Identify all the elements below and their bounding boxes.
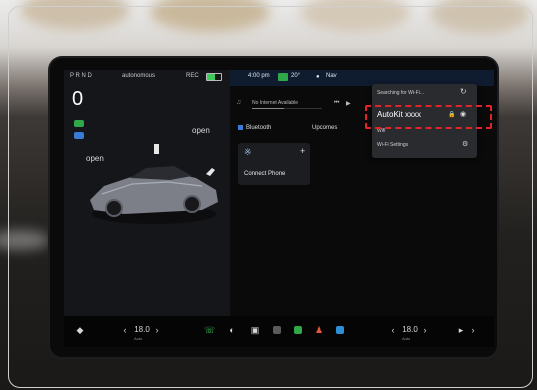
tab-bluetooth[interactable]: Bluetooth bbox=[238, 125, 271, 131]
phone-icon[interactable]: ☏ bbox=[204, 325, 215, 335]
status-bar: P R N D autonomous REC bbox=[64, 70, 230, 84]
volume-up-icon[interactable]: › bbox=[470, 325, 476, 335]
tab-bluetooth-label: Bluetooth bbox=[246, 125, 272, 132]
left-temp-down-icon[interactable]: ‹ bbox=[122, 325, 128, 335]
network-highlight-box bbox=[365, 105, 492, 129]
wifi-search-title: Searching for Wi-Fi... bbox=[377, 90, 424, 96]
settings-gear-icon[interactable]: ⚙ bbox=[462, 140, 468, 148]
temperature-badge bbox=[278, 73, 288, 81]
gear-indicator: P R N D bbox=[70, 73, 92, 79]
dashcam-icon[interactable]: ▣ bbox=[250, 325, 260, 335]
left-temp[interactable]: 18.0 bbox=[132, 325, 152, 335]
volume-icon[interactable]: ▸ bbox=[456, 325, 466, 335]
joystick-icon[interactable]: ♟ bbox=[314, 325, 324, 335]
display-screen: P R N D autonomous REC 0 open open 4:00 … bbox=[64, 70, 494, 347]
tab-upcomes[interactable]: Upcomes bbox=[312, 125, 337, 131]
wifi-settings-link[interactable]: Wi-Fi Settings bbox=[377, 142, 408, 148]
bluetooth-card[interactable]: ※ + Connect Phone bbox=[238, 143, 310, 185]
app-launcher-icon[interactable] bbox=[294, 326, 302, 334]
play-icon[interactable]: ▶ bbox=[346, 100, 351, 107]
connect-phone-label: Connect Phone bbox=[244, 171, 286, 177]
media-progress-fill bbox=[252, 108, 284, 109]
toybox-icon[interactable] bbox=[273, 326, 281, 334]
prev-track-icon[interactable]: ⏮ bbox=[334, 100, 339, 107]
refresh-icon[interactable]: ↻ bbox=[460, 87, 467, 96]
battery-icon bbox=[206, 73, 222, 81]
rec-indicator: REC bbox=[186, 73, 199, 79]
right-temp[interactable]: 18.0 bbox=[400, 325, 420, 335]
autopilot-icon bbox=[74, 120, 84, 127]
speed-readout: 0 bbox=[72, 88, 84, 110]
now-playing-text: No Internet Available bbox=[252, 100, 299, 106]
right-temp-up-icon[interactable]: › bbox=[422, 325, 428, 335]
media-source-icon[interactable]: ♫ bbox=[236, 99, 241, 106]
bottom-dock: ◆ ‹ 18.0 Auto › ☏ ◐ ▣ ♟ ‹ 18.0 Auto › ▸ … bbox=[64, 316, 494, 347]
car-icon[interactable]: ◆ bbox=[74, 325, 86, 335]
add-device-icon[interactable]: + bbox=[300, 146, 305, 156]
profile-icon: ● bbox=[316, 74, 320, 80]
right-temp-down-icon[interactable]: ‹ bbox=[390, 325, 396, 335]
battery-fill bbox=[207, 74, 216, 80]
left-temp-sub: Auto bbox=[134, 336, 143, 341]
right-temp-sub: Auto bbox=[402, 336, 411, 341]
nav-label[interactable]: Nav bbox=[326, 73, 337, 79]
media-progress-track bbox=[252, 108, 322, 109]
energy-icon[interactable]: ◐ bbox=[227, 325, 237, 335]
bluetooth-tab-icon bbox=[238, 125, 243, 130]
bluetooth-icon: ※ bbox=[244, 147, 252, 157]
clock-text: 4:00 pm bbox=[248, 73, 270, 79]
autopilot-text: autonomous bbox=[122, 73, 156, 79]
left-temp-up-icon[interactable]: › bbox=[154, 325, 160, 335]
outside-temp: 20° bbox=[291, 73, 301, 79]
car-model-image bbox=[90, 144, 218, 224]
media-player: ♫ No Internet Available bbox=[236, 98, 334, 110]
carplay-app-icon[interactable] bbox=[336, 326, 344, 334]
car-status-panel: P R N D autonomous REC 0 open open bbox=[64, 70, 230, 316]
headlight-icon bbox=[74, 132, 84, 139]
trunk-open-label[interactable]: open bbox=[192, 126, 210, 135]
